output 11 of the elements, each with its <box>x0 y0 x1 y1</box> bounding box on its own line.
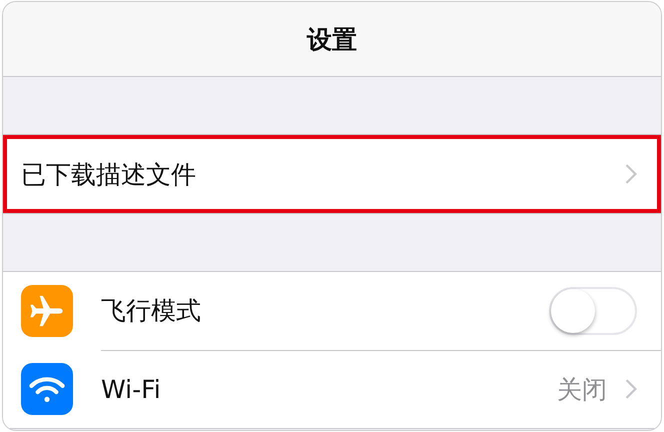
chevron-icon <box>625 379 637 399</box>
settings-row[interactable]: Wi-Fi 关闭 <box>3 350 661 428</box>
row-value: 关闭 <box>557 374 607 406</box>
settings-row[interactable]: 已下载描述文件 <box>3 135 661 213</box>
nav-title: 设置 <box>307 24 357 56</box>
chevron-icon <box>625 164 637 184</box>
row-label: 已下载描述文件 <box>21 158 197 190</box>
toggle-switch[interactable] <box>549 286 637 334</box>
settings-row[interactable]: 飞行模式 <box>3 272 661 350</box>
row-label: 飞行模式 <box>101 295 202 327</box>
row-label: Wi-Fi <box>101 374 162 404</box>
